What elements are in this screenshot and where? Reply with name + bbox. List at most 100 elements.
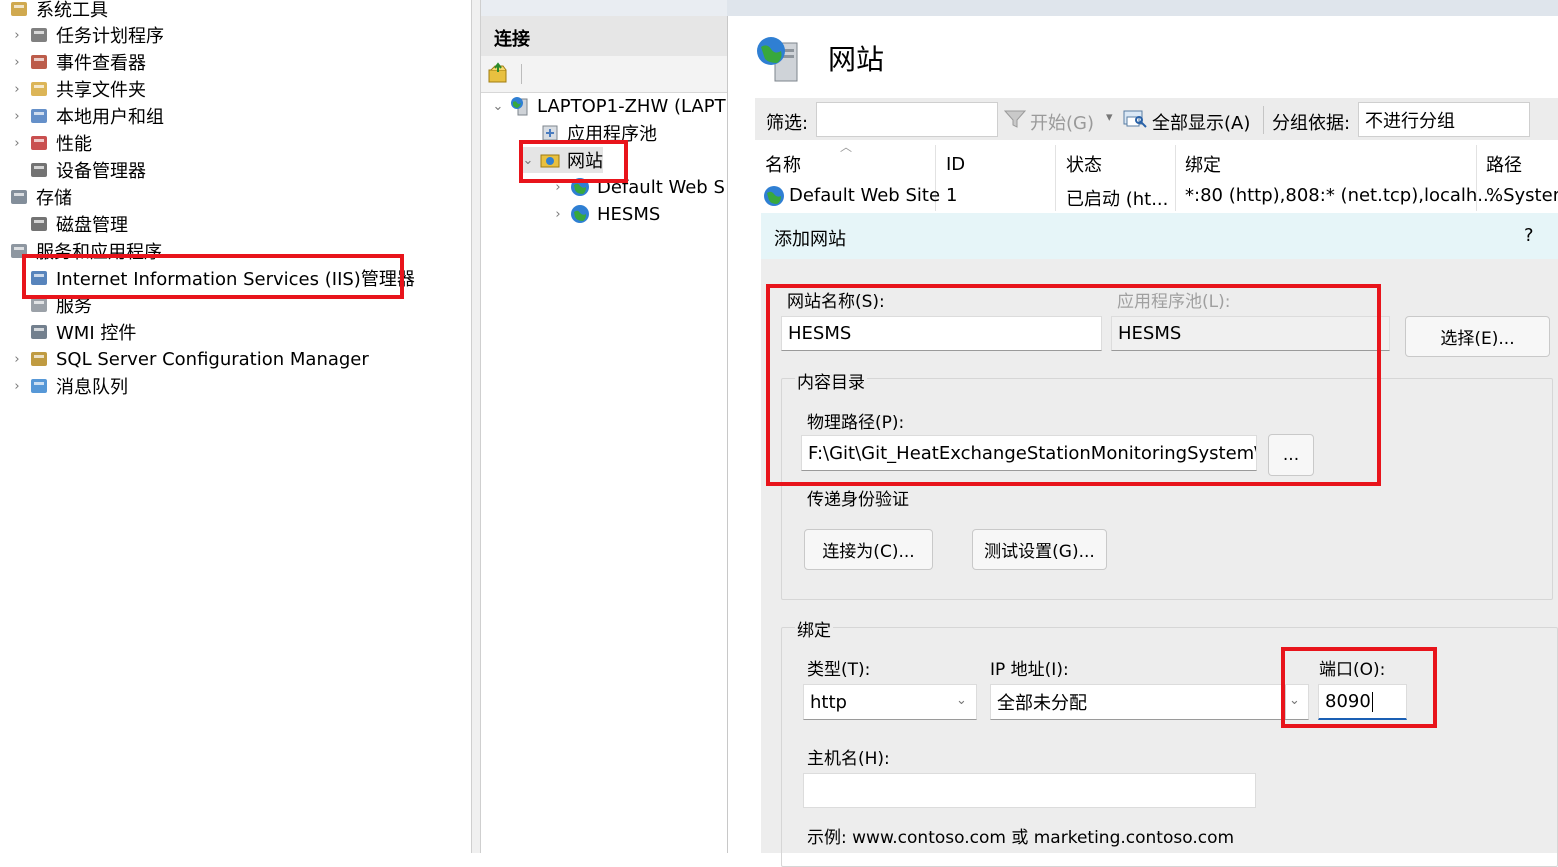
connection-tree-item[interactable]: ⌄ LAPTOP1-ZHW (LAPT bbox=[491, 93, 726, 119]
pane-splitter[interactable] bbox=[471, 0, 481, 853]
tree-item[interactable]: › 事件查看器 bbox=[10, 49, 146, 75]
table-row[interactable]: Default Web Site 1 已启动 (ht... *:80 (http… bbox=[755, 180, 1558, 212]
connections-top-strip bbox=[481, 0, 727, 17]
binding-label: 绑定 bbox=[795, 616, 833, 641]
help-button[interactable]: ? bbox=[1524, 225, 1534, 246]
storage-icon bbox=[8, 187, 30, 207]
select-app-pool-button[interactable]: 选择(E)... bbox=[1405, 316, 1550, 357]
chevron-right-icon[interactable]: › bbox=[10, 379, 24, 394]
tools-icon bbox=[8, 0, 30, 19]
chevron-right-icon[interactable]: › bbox=[10, 28, 24, 43]
connections-toolbar bbox=[481, 56, 727, 93]
host-name-label: 主机名(H): bbox=[807, 749, 890, 769]
chevron-right-icon[interactable]: › bbox=[10, 55, 24, 70]
col-header-path[interactable]: 路径 bbox=[1486, 148, 1522, 180]
sql-icon bbox=[28, 349, 50, 369]
site-name-cell: Default Web Site bbox=[789, 185, 941, 206]
start-filter-button[interactable]: 开始(G) bbox=[1030, 109, 1094, 135]
show-all-icon bbox=[1122, 107, 1148, 136]
tree-item-label: 系统工具 bbox=[36, 0, 108, 21]
globe-icon bbox=[569, 204, 591, 224]
tree-item[interactable]: 存储 bbox=[4, 184, 72, 210]
site-path-cell: %System bbox=[1486, 185, 1558, 206]
tree-item[interactable]: › 共享文件夹 bbox=[10, 76, 146, 102]
tree-item[interactable]: 磁盘管理 bbox=[10, 211, 128, 237]
chevron-down-icon: ⌄ bbox=[956, 693, 967, 708]
connections-pane: 连接 ⌄ LAPTOP1-ZHW (LAPT 应用程序池 ⌄ 网站 › Default We… bbox=[481, 0, 728, 853]
group-by-select[interactable]: 不进行分组 bbox=[1358, 102, 1530, 137]
page-title: 网站 bbox=[828, 43, 885, 76]
tree-item-label: 存储 bbox=[36, 188, 72, 209]
test-settings-button[interactable]: 测试设置(G)... bbox=[972, 529, 1107, 570]
tree-item[interactable]: › 消息队列 bbox=[10, 373, 128, 399]
filter-separator bbox=[1263, 106, 1264, 134]
connection-tree-label: HESMS bbox=[597, 203, 661, 225]
col-header-id[interactable]: ID bbox=[946, 148, 965, 180]
group-by-label: 分组依据: bbox=[1272, 113, 1351, 134]
clock-icon bbox=[28, 25, 50, 45]
tree-item-label: 共享文件夹 bbox=[56, 80, 146, 101]
tree-item[interactable]: 系统工具 bbox=[4, 0, 108, 22]
filter-input[interactable] bbox=[816, 102, 998, 137]
type-select[interactable]: http ⌄ bbox=[803, 684, 977, 720]
col-header-name[interactable]: 名称 bbox=[765, 148, 801, 180]
tree-item-label: 本地用户和组 bbox=[56, 107, 164, 128]
ip-label: IP 地址(I): bbox=[990, 660, 1069, 680]
filter-label: 筛选: bbox=[766, 113, 809, 134]
chevron-right-icon[interactable]: › bbox=[10, 109, 24, 124]
highlight-box-port bbox=[1281, 647, 1437, 728]
tree-item-label: 消息队列 bbox=[56, 377, 128, 398]
tree-chevron-icon[interactable]: ⌄ bbox=[491, 99, 505, 114]
dialog-title-bar: 添加网站 ? bbox=[761, 213, 1558, 259]
host-example-text: 示例: www.contoso.com 或 marketing.contoso.… bbox=[807, 828, 1235, 848]
right-top-strip bbox=[727, 0, 1558, 16]
connection-tree-item[interactable]: › HESMS bbox=[551, 201, 660, 227]
show-all-button[interactable]: 全部显示(A) bbox=[1152, 109, 1250, 135]
pass-auth-label: 传递身份验证 bbox=[807, 490, 909, 510]
connect-icon[interactable] bbox=[487, 62, 509, 89]
site-binding-cell: *:80 (http),808:* (net.tcp),localh... bbox=[1185, 185, 1495, 206]
tree-item[interactable]: › 本地用户和组 bbox=[10, 103, 164, 129]
tree-item-label: 性能 bbox=[56, 134, 92, 155]
server-icon bbox=[509, 96, 531, 116]
sites-globe-server-icon bbox=[753, 33, 805, 90]
tree-item-label: WMI 控件 bbox=[56, 323, 137, 344]
disk-icon bbox=[28, 214, 50, 234]
tree-item-label: 设备管理器 bbox=[56, 161, 146, 182]
start-dropdown-chevron-icon[interactable]: ▾ bbox=[1106, 110, 1113, 125]
tree-chevron-icon[interactable]: › bbox=[551, 207, 565, 222]
chevron-right-icon[interactable]: › bbox=[10, 352, 24, 367]
tree-item[interactable]: 设备管理器 bbox=[10, 157, 146, 183]
sort-indicator-icon: ︿ bbox=[840, 140, 853, 154]
wmi-icon bbox=[28, 322, 50, 342]
highlight-box-sites bbox=[519, 140, 628, 183]
event-log-icon bbox=[28, 52, 50, 72]
site-status-cell: 已启动 (ht... bbox=[1066, 189, 1169, 210]
type-label: 类型(T): bbox=[807, 660, 871, 680]
tree-item-label: SQL Server Configuration Manager bbox=[56, 348, 369, 370]
tree-item-label: 磁盘管理 bbox=[56, 215, 128, 236]
connections-header: 连接 bbox=[481, 16, 727, 56]
tree-item[interactable]: WMI 控件 bbox=[10, 319, 136, 345]
connect-as-button[interactable]: 连接为(C)... bbox=[804, 529, 933, 570]
chevron-right-icon[interactable]: › bbox=[10, 136, 24, 151]
tree-item[interactable]: › SQL Server Configuration Manager bbox=[10, 346, 369, 372]
highlight-box-iis bbox=[22, 254, 404, 299]
host-name-input[interactable] bbox=[803, 773, 1256, 808]
performance-icon bbox=[28, 133, 50, 153]
device-manager-icon bbox=[28, 160, 50, 180]
tree-item[interactable]: › 任务计划程序 bbox=[10, 22, 164, 48]
tree-item[interactable]: › 性能 bbox=[10, 130, 92, 156]
dialog-title: 添加网站 bbox=[774, 229, 846, 250]
queue-icon bbox=[28, 376, 50, 396]
users-icon bbox=[28, 106, 50, 126]
funnel-icon bbox=[1003, 109, 1027, 134]
col-header-status[interactable]: 状态 bbox=[1066, 148, 1102, 180]
sites-grid-header bbox=[755, 145, 1558, 179]
ip-select[interactable]: 全部未分配 ⌄ bbox=[990, 684, 1309, 720]
toolbar-separator bbox=[521, 64, 522, 84]
chevron-right-icon[interactable]: › bbox=[10, 82, 24, 97]
col-header-binding[interactable]: 绑定 bbox=[1185, 148, 1221, 180]
computer-management-tree: 系统工具 › 任务计划程序 › 事件查看器 › 共享文件夹 › 本地用户和组 › 性能 设备管理器 存储… bbox=[0, 0, 472, 853]
connection-tree-label: LAPTOP1-ZHW (LAPT bbox=[537, 95, 726, 117]
